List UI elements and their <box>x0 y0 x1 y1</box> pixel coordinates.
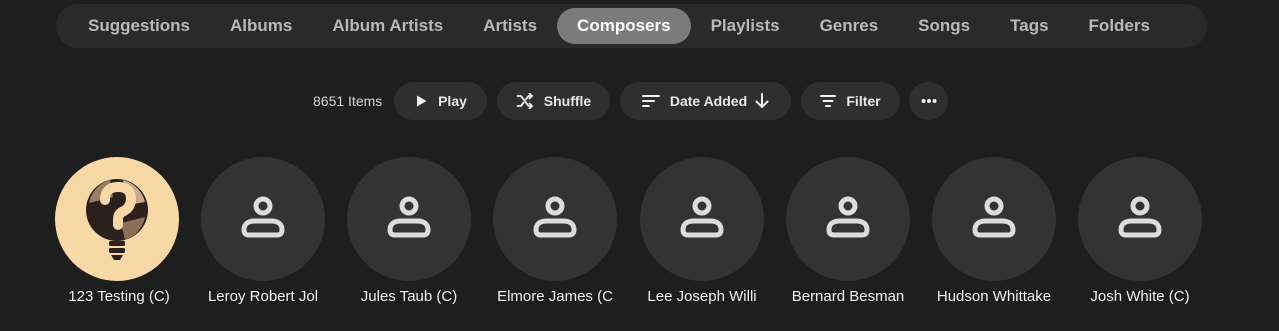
person-icon <box>386 194 432 245</box>
arrow-down-icon <box>755 93 769 109</box>
composer-avatar <box>786 157 910 281</box>
sort-label: Date Added <box>669 93 748 109</box>
sort-icon <box>641 94 660 108</box>
shuffle-button[interactable]: Shuffle <box>497 82 610 120</box>
composer-card[interactable]: Lee Joseph Willi <box>640 157 764 305</box>
composer-card[interactable]: Bernard Besman <box>786 157 910 305</box>
composer-card[interactable]: Elmore James (C <box>493 157 617 305</box>
composer-card[interactable]: Jules Taub (C) <box>347 157 471 305</box>
composer-name: 123 Testing (C) <box>68 288 170 305</box>
filter-icon <box>820 94 837 108</box>
tab-artists[interactable]: Artists <box>463 8 557 44</box>
tab-album-artists[interactable]: Album Artists <box>312 8 463 44</box>
tab-genres[interactable]: Genres <box>800 8 899 44</box>
library-tab-bar: Suggestions Albums Album Artists Artists… <box>56 4 1207 48</box>
person-icon <box>825 194 871 245</box>
composer-grid: 123 Testing (C) Leroy Robert Jol Jules T… <box>0 157 1279 317</box>
more-horizontal-icon <box>921 98 937 104</box>
composers-view: Suggestions Albums Album Artists Artists… <box>0 0 1279 331</box>
composer-avatar <box>347 157 471 281</box>
sort-button[interactable]: Date Added <box>620 82 791 120</box>
play-label: Play <box>438 93 467 109</box>
person-icon <box>679 194 725 245</box>
composer-name: Hudson Whittake <box>936 288 1052 305</box>
composer-avatar <box>201 157 325 281</box>
person-icon <box>971 194 1017 245</box>
tab-folders[interactable]: Folders <box>1069 8 1170 44</box>
item-count: 8651 Items <box>313 93 383 109</box>
composer-card[interactable]: Leroy Robert Jol <box>201 157 325 305</box>
composer-name: Jules Taub (C) <box>360 288 458 305</box>
shuffle-label: Shuffle <box>543 93 592 109</box>
tab-playlists[interactable]: Playlists <box>691 8 800 44</box>
composer-avatar <box>493 157 617 281</box>
composer-card[interactable]: Josh White (C) <box>1078 157 1202 305</box>
more-options-button[interactable] <box>909 82 948 120</box>
person-icon <box>1117 194 1163 245</box>
composer-avatar <box>1078 157 1202 281</box>
composer-name: Bernard Besman <box>791 288 905 305</box>
tab-suggestions[interactable]: Suggestions <box>68 8 210 44</box>
person-icon <box>532 194 578 245</box>
lightbulb-question-art <box>86 179 148 260</box>
tab-albums[interactable]: Albums <box>210 8 312 44</box>
composer-name: Leroy Robert Jol <box>207 288 319 305</box>
tab-tags[interactable]: Tags <box>990 8 1068 44</box>
filter-button[interactable]: Filter <box>801 82 900 120</box>
toolbar: 8651 Items Play Shuffle Date Added Filte… <box>0 82 1279 120</box>
filter-label: Filter <box>846 93 881 109</box>
composer-name: Josh White (C) <box>1090 288 1190 305</box>
person-icon <box>240 194 286 245</box>
play-icon <box>414 94 428 108</box>
play-button[interactable]: Play <box>394 82 487 120</box>
composer-name: Lee Joseph Willi <box>647 288 757 305</box>
composer-card[interactable]: Hudson Whittake <box>932 157 1056 305</box>
tab-composers[interactable]: Composers <box>557 8 691 44</box>
composer-card[interactable]: 123 Testing (C) <box>55 157 179 305</box>
composer-name: Elmore James (C <box>497 288 613 305</box>
composer-art <box>55 157 179 281</box>
tab-songs[interactable]: Songs <box>898 8 990 44</box>
composer-avatar <box>640 157 764 281</box>
composer-avatar <box>932 157 1056 281</box>
shuffle-icon <box>516 93 534 109</box>
